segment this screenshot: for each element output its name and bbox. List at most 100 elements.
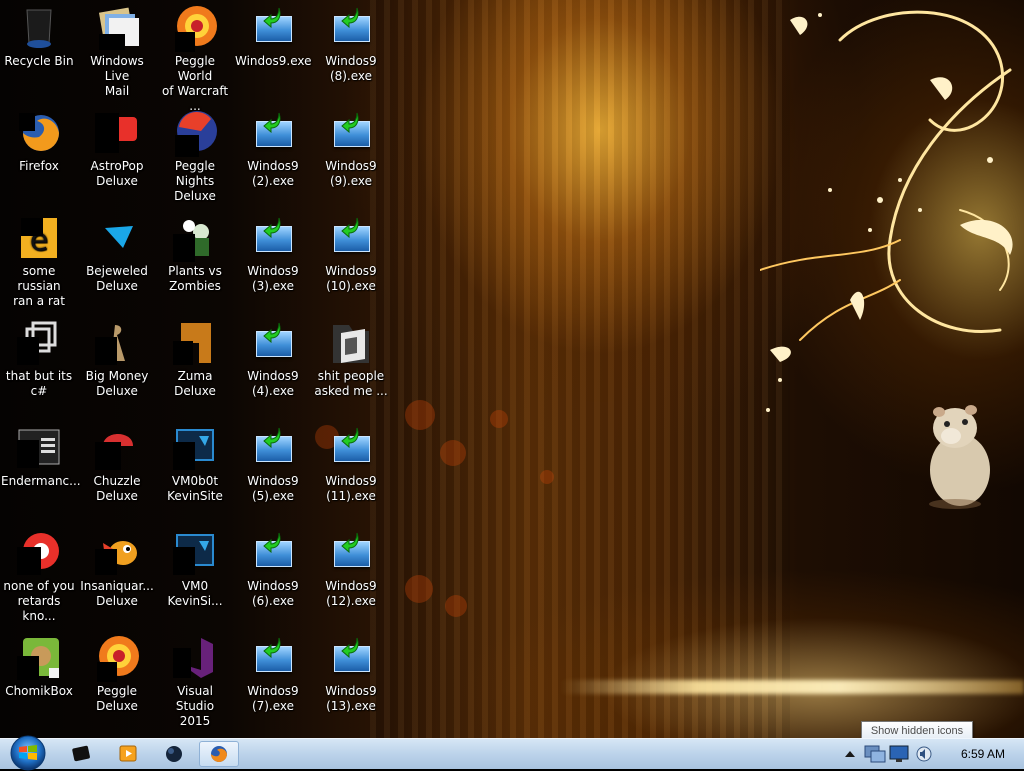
- taskbar-firefox-button[interactable]: [199, 741, 239, 767]
- show-hidden-icons-button[interactable]: [842, 746, 858, 762]
- taskbar-ball-app-button[interactable]: [154, 741, 194, 767]
- firefox-icon: [211, 746, 227, 762]
- chrome-like-icon: [15, 529, 63, 577]
- installer-exe-icon: [327, 109, 375, 157]
- download-arrow-icon: [263, 637, 281, 658]
- download-arrow-icon: [341, 637, 359, 658]
- desktop-icon-label: ChomikBox: [5, 684, 73, 698]
- desktop-icon-label: Peggle Deluxe: [96, 684, 138, 713]
- desktop-icon[interactable]: Big Money Deluxe: [78, 315, 156, 415]
- desktop-icon[interactable]: shit people asked me ...: [312, 315, 390, 415]
- desktop-icon[interactable]: Windos9 (11).exe: [312, 420, 390, 520]
- desktop-icon-label: Firefox: [19, 159, 59, 173]
- bejeweled-icon: [93, 214, 141, 262]
- mail-icon: [93, 4, 141, 52]
- desktop-icon[interactable]: Windos9 (7).exe: [234, 630, 312, 730]
- desktop-icon-label: Recycle Bin: [4, 54, 74, 68]
- desktop-icon-label: Zuma Deluxe: [174, 369, 216, 398]
- desktop-icon[interactable]: Chuzzle Deluxe: [78, 420, 156, 520]
- desktop-icon[interactable]: Endermanc...: [0, 420, 81, 520]
- desktop-icon[interactable]: e some russian ran a rat: [0, 210, 78, 310]
- desktop-icon[interactable]: Windos9 (5).exe: [234, 420, 312, 520]
- installer-exe-icon: [249, 214, 297, 262]
- wallpaper-streaks: [370, 0, 790, 738]
- desktop-icon-label: Insaniquar... Deluxe: [80, 579, 154, 608]
- peggle-icon: [93, 634, 141, 682]
- bokeh-dot: [445, 595, 467, 617]
- desktop-icon[interactable]: Windos9 (2).exe: [234, 105, 312, 205]
- recycle-bin-icon: [15, 4, 63, 52]
- desktop-icon[interactable]: Peggle Nights Deluxe: [156, 105, 234, 205]
- desktop-icon[interactable]: Windos9 (9).exe: [312, 105, 390, 205]
- desktop-icon-label: Windos9 (4).exe: [247, 369, 299, 398]
- chuzzle-icon: [93, 424, 141, 472]
- desktop-icon[interactable]: Windos9 (13).exe: [312, 630, 390, 730]
- desktop-icon-label: Windos9 (8).exe: [325, 54, 377, 83]
- desktop-icon[interactable]: Windos9 (4).exe: [234, 315, 312, 415]
- desktop-icon[interactable]: that but its c#: [0, 315, 78, 415]
- taskbar-cmd-button[interactable]: [62, 741, 102, 767]
- desktop-icon[interactable]: Windos9 (12).exe: [312, 525, 390, 625]
- desktop-icon-label: Windos9 (13).exe: [325, 684, 377, 713]
- desktop-icon-label: Windos9 (2).exe: [247, 159, 299, 188]
- desktop-icon[interactable]: Windos9 (3).exe: [234, 210, 312, 310]
- start-button[interactable]: [2, 735, 52, 771]
- desktop-icon-label: Plants vs Zombies: [168, 264, 222, 293]
- installer-exe-icon: [249, 634, 297, 682]
- desktop-icon-label: Endermanc...: [1, 474, 81, 488]
- network-icon[interactable]: [864, 744, 886, 764]
- terminal-icon: [15, 424, 63, 472]
- installer-exe-icon: [249, 4, 297, 52]
- desktop-icon-label: VM0 KevinSi...: [167, 579, 223, 608]
- desktop-icon[interactable]: Peggle World of Warcraft ...: [156, 0, 234, 113]
- desktop-icon-label: Bejeweled Deluxe: [86, 264, 148, 293]
- volume-icon[interactable]: [914, 745, 934, 763]
- taskbar-clock[interactable]: 6:59 AM: [942, 739, 1024, 769]
- vm-icon: [171, 424, 219, 472]
- desktop-icon[interactable]: Insaniquar... Deluxe: [78, 525, 156, 625]
- wallpaper-glow-bar: [560, 680, 1024, 694]
- desktop-icon-label: Big Money Deluxe: [85, 369, 149, 398]
- desktop-icon[interactable]: Windos9 (8).exe: [312, 0, 390, 100]
- desktop-icon[interactable]: none of you retards kno...: [0, 525, 78, 625]
- download-arrow-icon: [263, 532, 281, 553]
- desktop-icon[interactable]: Peggle Deluxe: [78, 630, 156, 730]
- desktop-icon[interactable]: VM0b0t KevinSite: [156, 420, 234, 520]
- desktop-icon-label: some russian ran a rat: [13, 264, 65, 308]
- desktop-icon[interactable]: Firefox: [0, 105, 78, 205]
- desktop-icon[interactable]: ChomikBox: [0, 630, 78, 730]
- vm-icon: [171, 529, 219, 577]
- download-arrow-icon: [263, 217, 281, 238]
- monitor-icon[interactable]: [888, 744, 910, 764]
- desktop-icon-label: Windos9 (7).exe: [247, 684, 299, 713]
- taskbar: 6:59 AM: [0, 735, 1024, 771]
- desktop-icon[interactable]: Windos9 (10).exe: [312, 210, 390, 310]
- taskbar-media-player-button[interactable]: [108, 741, 148, 767]
- desktop-icon[interactable]: Recycle Bin: [0, 0, 78, 100]
- desktop-icon[interactable]: AstroPop Deluxe: [78, 105, 156, 205]
- desktop-icon[interactable]: Visual Studio 2015: [156, 630, 234, 730]
- desktop-icon-label: Windos9 (12).exe: [325, 579, 377, 608]
- desktop-icon[interactable]: Windows Live Mail: [78, 0, 156, 100]
- media-player-icon: [119, 745, 137, 762]
- desktop-icon[interactable]: Zuma Deluxe: [156, 315, 234, 415]
- swirl-ornament: [760, 10, 1013, 412]
- download-arrow-icon: [263, 112, 281, 133]
- peggle-nights-icon: [171, 109, 219, 157]
- desktop-icon-label: shit people asked me ...: [314, 369, 388, 398]
- download-arrow-icon: [341, 532, 359, 553]
- desktop-icon[interactable]: Windos9 (6).exe: [234, 525, 312, 625]
- firefox-icon: [15, 109, 63, 157]
- desktop-icon-label: Windos9 (10).exe: [325, 264, 377, 293]
- desktop-icon-label: Windos9 (6).exe: [247, 579, 299, 608]
- document-icon: e: [15, 214, 63, 262]
- ball-app-icon: [166, 746, 182, 762]
- installer-exe-icon: [327, 4, 375, 52]
- download-arrow-icon: [341, 217, 359, 238]
- desktop-icon[interactable]: Plants vs Zombies: [156, 210, 234, 310]
- desktop-icon[interactable]: Bejeweled Deluxe: [78, 210, 156, 310]
- desktop-icon[interactable]: VM0 KevinSi...: [156, 525, 234, 625]
- plants-vs-zombies-icon: [171, 214, 219, 262]
- desktop-icon[interactable]: Windos9.exe: [234, 0, 312, 100]
- bokeh-dot: [540, 470, 554, 484]
